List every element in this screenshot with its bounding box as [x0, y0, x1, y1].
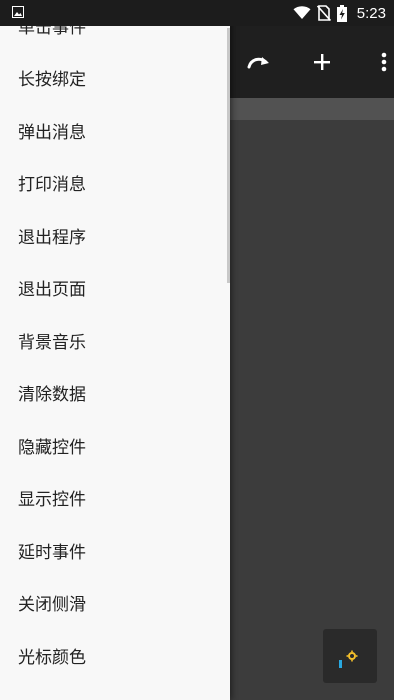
navigation-drawer: 单击事件 长按绑定 弹出消息 打印消息 退出程序 退出页面 背景音乐 清除数据 …	[0, 0, 230, 700]
drawer-item-print-message[interactable]: 打印消息	[0, 157, 230, 210]
drawer-item-background-music[interactable]: 背景音乐	[0, 314, 230, 367]
drawer-item-show-control[interactable]: 显示控件	[0, 472, 230, 525]
drawer-item-exit-page[interactable]: 退出页面	[0, 262, 230, 315]
status-time: 5:23	[356, 4, 386, 22]
drawer-item-cursor-color[interactable]: 光标颜色	[0, 629, 230, 682]
no-sim-icon	[316, 5, 331, 21]
drawer-item-clear-data[interactable]: 清除数据	[0, 367, 230, 420]
battery-charging-icon	[336, 4, 347, 22]
drawer-item-exit-program[interactable]: 退出程序	[0, 209, 230, 262]
floating-tool-button[interactable]	[323, 629, 377, 683]
drawer-item-popup-message[interactable]: 弹出消息	[0, 104, 230, 157]
redo-button[interactable]	[243, 46, 275, 78]
add-icon	[314, 54, 330, 70]
status-icons: 5:23	[293, 0, 386, 26]
drawer-item-hide-control[interactable]: 隐藏控件	[0, 419, 230, 472]
drawer-item-close-drawer[interactable]: 关闭侧滑	[0, 577, 230, 630]
add-button[interactable]	[306, 46, 338, 78]
drawer-item-delay-event[interactable]: 延时事件	[0, 524, 230, 577]
drawer-item-long-press-bind[interactable]: 长按绑定	[0, 52, 230, 105]
drawer-list: 单击事件 长按绑定 弹出消息 打印消息 退出程序 退出页面 背景音乐 清除数据 …	[0, 0, 230, 682]
status-bar: 5:23	[0, 0, 394, 26]
more-vert-icon	[381, 52, 387, 72]
drawer-scrollbar[interactable]	[227, 28, 230, 283]
redo-icon	[247, 57, 269, 69]
image-icon	[12, 6, 24, 18]
wifi-icon	[293, 6, 311, 19]
floating-tool-icon	[339, 650, 358, 668]
more-options-button[interactable]	[368, 46, 394, 78]
app-screen: 5:23 单击事件 长按绑定 弹出消息 打印消息 退出程序 退出页面 背景音乐 …	[0, 0, 394, 700]
